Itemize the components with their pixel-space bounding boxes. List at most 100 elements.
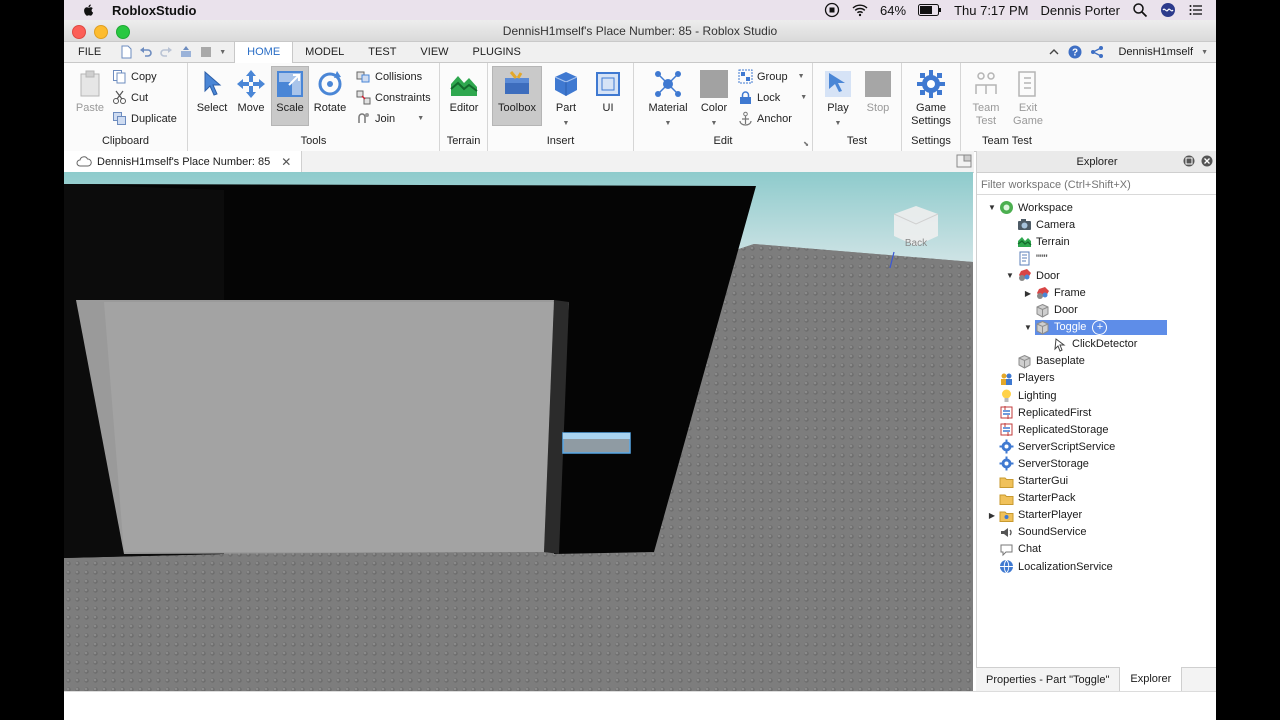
undock-panel-icon[interactable] bbox=[1183, 155, 1195, 167]
play-button[interactable]: Play ▼ bbox=[820, 67, 856, 127]
tab-properties[interactable]: Properties - Part "Toggle" bbox=[976, 668, 1121, 692]
close-window-button[interactable] bbox=[72, 25, 86, 39]
expand-arrow-open-icon[interactable]: ▼ bbox=[985, 203, 999, 212]
scale-tool-button[interactable]: Scale bbox=[271, 66, 309, 126]
app-menu-name[interactable]: RobloxStudio bbox=[112, 3, 197, 18]
exit-game-button[interactable]: Exit Game bbox=[1009, 67, 1047, 127]
edit-group-expand-icon[interactable]: ⬊ bbox=[803, 140, 809, 148]
tab-file[interactable]: FILE bbox=[64, 42, 115, 62]
stop-button[interactable]: Stop bbox=[860, 67, 896, 114]
tree-item-content[interactable]: Lighting bbox=[999, 388, 1117, 403]
tree-item-content[interactable]: ClickDetector bbox=[1053, 337, 1197, 352]
toolbox-button[interactable]: Toolbox bbox=[492, 66, 542, 126]
material-button[interactable]: Material ▼ bbox=[644, 67, 692, 127]
3d-viewport[interactable]: Back bbox=[64, 172, 973, 691]
rotate-tool-button[interactable]: Rotate bbox=[310, 67, 350, 114]
tab-test[interactable]: TEST bbox=[356, 42, 408, 62]
explorer-tree-row[interactable]: ▼ Toggle + bbox=[977, 319, 1216, 336]
tab-view[interactable]: VIEW bbox=[408, 42, 460, 62]
user-dropdown-icon[interactable]: ▼ bbox=[1201, 49, 1208, 56]
tree-item-content[interactable]: Camera bbox=[1017, 217, 1135, 232]
tree-item-content[interactable]: StarterGui bbox=[999, 474, 1128, 489]
explorer-filter-input[interactable] bbox=[977, 175, 1216, 195]
tree-item-content[interactable]: StarterPlayer bbox=[999, 508, 1142, 523]
tree-item-content[interactable]: Baseplate bbox=[1017, 354, 1145, 369]
minimize-window-button[interactable] bbox=[94, 25, 108, 39]
tree-item-content[interactable]: SoundService bbox=[999, 525, 1147, 540]
tree-item-content[interactable]: Door bbox=[1035, 303, 1138, 318]
redo-icon[interactable] bbox=[159, 45, 173, 59]
apple-icon[interactable] bbox=[82, 3, 96, 17]
move-tool-button[interactable]: Move bbox=[233, 67, 269, 114]
expand-arrow-open-icon[interactable]: ▼ bbox=[1021, 323, 1035, 332]
tab-explorer[interactable]: Explorer bbox=[1120, 667, 1183, 693]
record-icon[interactable] bbox=[824, 2, 840, 18]
insert-object-plus-icon[interactable]: + bbox=[1092, 319, 1108, 335]
lock-dropdown-icon[interactable]: ▼ bbox=[800, 94, 807, 101]
share-icon[interactable] bbox=[1090, 45, 1104, 59]
expand-arrow-open-icon[interactable]: ▼ bbox=[1003, 271, 1017, 280]
tree-item-content[interactable]: Chat bbox=[999, 542, 1101, 557]
group-button[interactable]: Group ▼ bbox=[738, 69, 805, 84]
explorer-tree-row[interactable]: SoundService bbox=[977, 524, 1216, 541]
tree-item-content[interactable]: Workspace bbox=[999, 200, 1133, 215]
cut-button[interactable]: Cut bbox=[112, 90, 148, 105]
toggle-part[interactable] bbox=[562, 432, 631, 454]
expand-arrow-closed-icon[interactable]: ▶ bbox=[1021, 289, 1035, 298]
new-file-icon[interactable] bbox=[119, 45, 133, 59]
color-dropdown-icon[interactable]: ▼ bbox=[696, 120, 732, 127]
explorer-tree-row[interactable]: Lighting bbox=[977, 387, 1216, 404]
menubar-clock[interactable]: Thu 7:17 PM bbox=[954, 3, 1028, 18]
tree-item-content[interactable]: ServerScriptService bbox=[999, 439, 1175, 454]
wifi-icon[interactable] bbox=[852, 2, 868, 18]
close-panel-icon[interactable] bbox=[1201, 155, 1213, 167]
document-tab-place[interactable]: DennisH1mself's Place Number: 85 ✕ bbox=[64, 151, 302, 172]
tree-item-content[interactable]: Terrain bbox=[1017, 234, 1130, 249]
part-dropdown-icon[interactable]: ▼ bbox=[546, 120, 586, 127]
battery-icon[interactable] bbox=[918, 4, 942, 16]
explorer-tree-row[interactable]: Camera bbox=[977, 216, 1216, 233]
publish-icon[interactable] bbox=[179, 45, 193, 59]
constraints-toggle[interactable]: Constraints bbox=[356, 90, 431, 105]
close-tab-icon[interactable]: ✕ bbox=[281, 155, 291, 169]
tree-item-content[interactable]: Toggle + bbox=[1035, 319, 1168, 335]
game-settings-button[interactable]: Game Settings bbox=[906, 67, 956, 127]
explorer-tree-row[interactable]: Players bbox=[977, 370, 1216, 387]
paste-button[interactable]: Paste bbox=[72, 67, 108, 114]
explorer-tree-row[interactable]: """ bbox=[977, 250, 1216, 267]
tree-item-content[interactable]: Frame bbox=[1035, 286, 1146, 301]
collapse-ribbon-icon[interactable] bbox=[1048, 46, 1060, 58]
select-tool-button[interactable]: Select bbox=[194, 67, 230, 114]
tab-model[interactable]: MODEL bbox=[293, 42, 356, 62]
material-dropdown-icon[interactable]: ▼ bbox=[644, 120, 692, 127]
tree-item-content[interactable]: LocalizationService bbox=[999, 559, 1173, 574]
explorer-tree-row[interactable]: ReplicatedFirst bbox=[977, 404, 1216, 421]
explorer-tree-row[interactable]: StarterPack bbox=[977, 490, 1216, 507]
restore-viewport-icon[interactable] bbox=[956, 154, 972, 168]
explorer-tree-row[interactable]: Chat bbox=[977, 541, 1216, 558]
stop-square-icon[interactable] bbox=[199, 45, 213, 59]
tree-item-content[interactable]: ReplicatedFirst bbox=[999, 405, 1151, 420]
tab-home[interactable]: HOME bbox=[234, 41, 294, 63]
explorer-tree-row[interactable]: ServerScriptService bbox=[977, 438, 1216, 455]
part-button[interactable]: Part ▼ bbox=[546, 67, 586, 127]
lock-button[interactable]: Lock ▼ bbox=[738, 90, 807, 105]
anchor-button[interactable]: Anchor bbox=[738, 111, 792, 126]
explorer-tree-row[interactable]: ReplicatedStorage bbox=[977, 421, 1216, 438]
expand-arrow-closed-icon[interactable]: ▶ bbox=[985, 511, 999, 520]
tab-plugins[interactable]: PLUGINS bbox=[461, 42, 533, 62]
notification-center-icon[interactable] bbox=[1188, 2, 1204, 18]
explorer-tree-row[interactable]: ClickDetector bbox=[977, 336, 1216, 353]
tree-item-content[interactable]: StarterPack bbox=[999, 491, 1135, 506]
menubar-user[interactable]: Dennis Porter bbox=[1041, 3, 1120, 18]
quick-access-dropdown-icon[interactable]: ▼ bbox=[219, 49, 226, 56]
group-dropdown-icon[interactable]: ▼ bbox=[798, 73, 805, 80]
ui-button[interactable]: UI bbox=[590, 67, 626, 114]
explorer-tree-row[interactable]: LocalizationService bbox=[977, 558, 1216, 575]
copy-button[interactable]: Copy bbox=[112, 69, 157, 84]
color-button[interactable]: Color ▼ bbox=[696, 67, 732, 127]
zoom-window-button[interactable] bbox=[116, 25, 130, 39]
explorer-tree-row[interactable]: Terrain bbox=[977, 233, 1216, 250]
join-dropdown[interactable]: Join ▼ bbox=[356, 111, 424, 126]
play-dropdown-icon[interactable]: ▼ bbox=[820, 120, 856, 127]
